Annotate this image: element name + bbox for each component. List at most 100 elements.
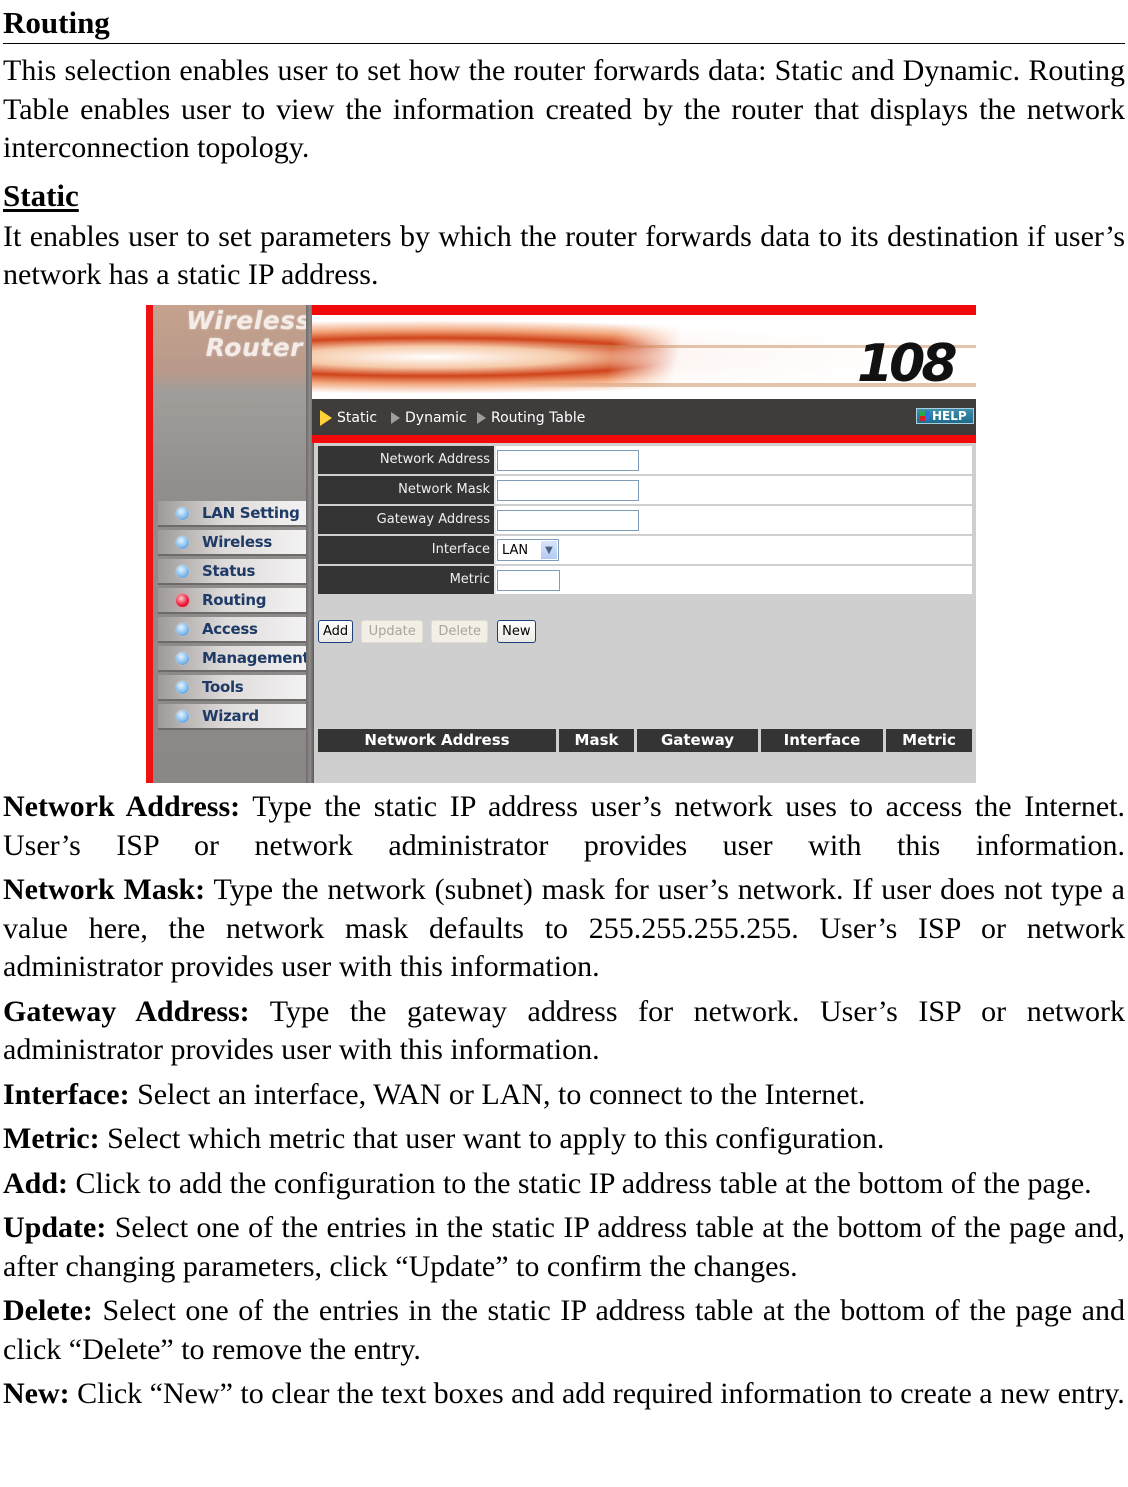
definition-update: Update: Select one of the entries in the… xyxy=(3,1209,1125,1286)
sidebar-item-access[interactable]: Access xyxy=(158,617,308,643)
form-row-metric: Metric xyxy=(318,566,972,594)
gateway-address-input[interactable] xyxy=(497,509,639,531)
interface-selected-value: LAN xyxy=(502,542,529,558)
definition-text: Click to add the configuration to the st… xyxy=(68,1166,1092,1200)
form-row-gateway-address: Gateway Address xyxy=(318,506,972,534)
form-row-network-mask: Network Mask xyxy=(318,476,972,504)
bullet-icon xyxy=(176,622,189,636)
active-bullet-icon xyxy=(176,593,189,607)
definition-network-address: Network Address: Type the static IP addr… xyxy=(3,788,1125,865)
header-banner: 108 Mbps xyxy=(312,315,976,399)
logo: Wireless Router xyxy=(161,307,311,361)
definition-gateway-address: Gateway Address: Type the gateway addres… xyxy=(3,993,1125,1070)
column-header-metric: Metric xyxy=(886,729,972,752)
sidebar-item-wizard[interactable]: Wizard xyxy=(158,704,308,730)
help-icon xyxy=(920,411,929,421)
sidebar-item-tools[interactable]: Tools xyxy=(158,675,308,701)
network-address-label: Network Address xyxy=(318,446,496,474)
sidebar-item-wireless[interactable]: Wireless xyxy=(158,530,308,556)
metric-input[interactable] xyxy=(497,569,560,591)
definition-delete: Delete: Select one of the entries in the… xyxy=(3,1292,1125,1369)
logo-line-1: Wireless xyxy=(186,306,311,335)
definition-add: Add: Click to add the configuration to t… xyxy=(3,1165,1125,1204)
update-button[interactable]: Update xyxy=(361,620,424,643)
sidebar-item-label: Management xyxy=(202,649,310,667)
left-red-border xyxy=(146,305,153,783)
help-label: HELP xyxy=(932,409,967,423)
routing-table-header: Network Address Mask Gateway Interface M… xyxy=(318,729,972,752)
definition-term: Interface: xyxy=(3,1077,130,1111)
sidebar-item-routing[interactable]: Routing xyxy=(158,588,308,614)
metric-label: Metric xyxy=(318,566,496,594)
interface-select[interactable]: LAN ▼ xyxy=(497,539,559,561)
definition-text: Select an interface, WAN or LAN, to conn… xyxy=(129,1077,866,1111)
definition-text: Click “New” to clear the text boxes and … xyxy=(69,1377,1125,1410)
definition-term: Gateway Address: xyxy=(3,994,250,1028)
new-button[interactable]: New xyxy=(497,620,536,643)
sidebar-item-label: Wizard xyxy=(202,707,259,725)
sidebar-item-management[interactable]: Management xyxy=(158,646,310,672)
action-buttons: Add Update Delete New xyxy=(318,620,543,643)
bullet-icon xyxy=(176,564,189,578)
tab-bar: Static Dynamic Routing Table HELP xyxy=(312,399,976,435)
definition-term: Network Address: xyxy=(3,790,241,823)
column-header-interface: Interface xyxy=(761,729,886,752)
definition-network-mask: Network Mask: Type the network (subnet) … xyxy=(3,871,1125,987)
definition-metric: Metric: Select which metric that user wa… xyxy=(3,1120,1125,1159)
bullet-icon xyxy=(176,506,189,520)
tab-label: Routing Table xyxy=(491,410,586,426)
bullet-icon xyxy=(176,651,189,665)
definitions-list: Network Address: Type the static IP addr… xyxy=(3,788,1125,1420)
network-mask-input[interactable] xyxy=(497,479,639,501)
tab-label: Static xyxy=(337,410,378,426)
bullet-icon xyxy=(176,680,189,694)
static-route-form: Network Address Network Mask Gateway Add… xyxy=(318,446,972,596)
sidebar-item-label: Status xyxy=(202,562,256,580)
router-ui-screenshot: Wireless Router LAN Setting Wireless Sta… xyxy=(146,305,976,783)
speed-badge: 108 Mbps xyxy=(857,337,976,397)
column-header-gateway: Gateway xyxy=(637,729,761,752)
definition-term: Update: xyxy=(3,1211,107,1244)
play-arrow-icon xyxy=(477,412,486,424)
definition-term: Metric: xyxy=(3,1122,100,1155)
form-row-interface: Interface LAN ▼ xyxy=(318,536,972,564)
play-arrow-icon xyxy=(320,410,332,426)
definition-term: Network Mask: xyxy=(3,873,206,906)
play-arrow-icon xyxy=(391,412,400,424)
sidebar-item-label: Access xyxy=(202,620,258,638)
sidebar-item-lan-setting[interactable]: LAN Setting xyxy=(158,501,308,527)
document: Routing This selection enables user to s… xyxy=(3,0,1125,295)
sidebar-item-status[interactable]: Status xyxy=(158,559,308,585)
definition-interface: Interface: Select an interface, WAN or L… xyxy=(3,1076,1125,1115)
definition-term: Add: xyxy=(3,1166,69,1200)
bullet-icon xyxy=(176,535,189,549)
section-intro: It enables user to set parameters by whi… xyxy=(3,219,1125,292)
intro-paragraph: This selection enables user to set how t… xyxy=(3,54,1125,164)
sidebar-menu: LAN Setting Wireless Status Routing Acce… xyxy=(158,501,310,733)
definition-term: New: xyxy=(3,1377,70,1410)
definition-text: Select one of the entries in the static … xyxy=(3,1294,1125,1366)
gateway-address-label: Gateway Address xyxy=(318,506,496,534)
definition-new: New: Click “New” to clear the text boxes… xyxy=(3,1375,1125,1414)
tab-routing-table[interactable]: Routing Table xyxy=(477,410,585,426)
sidebar-item-label: LAN Setting xyxy=(202,504,300,522)
tab-static[interactable]: Static xyxy=(320,410,377,426)
tab-label: Dynamic xyxy=(405,410,467,426)
tab-dynamic[interactable]: Dynamic xyxy=(391,410,467,426)
interface-label: Interface xyxy=(318,536,496,564)
help-button[interactable]: HELP xyxy=(916,408,974,424)
delete-button[interactable]: Delete xyxy=(431,620,489,643)
add-button[interactable]: Add xyxy=(318,620,354,643)
column-header-network-address: Network Address xyxy=(318,729,559,752)
red-strip xyxy=(312,435,976,443)
network-address-input[interactable] xyxy=(497,449,639,471)
sidebar-item-label: Routing xyxy=(202,591,267,609)
sidebar-item-label: Wireless xyxy=(202,533,273,551)
bullet-icon xyxy=(176,709,189,723)
column-header-mask: Mask xyxy=(559,729,637,752)
top-red-bar xyxy=(312,305,976,315)
speed-number: 108 xyxy=(857,334,958,394)
definition-term: Delete: xyxy=(3,1294,93,1327)
logo-line-2: Router xyxy=(205,333,303,362)
definition-text: Select which metric that user want to ap… xyxy=(99,1122,885,1155)
